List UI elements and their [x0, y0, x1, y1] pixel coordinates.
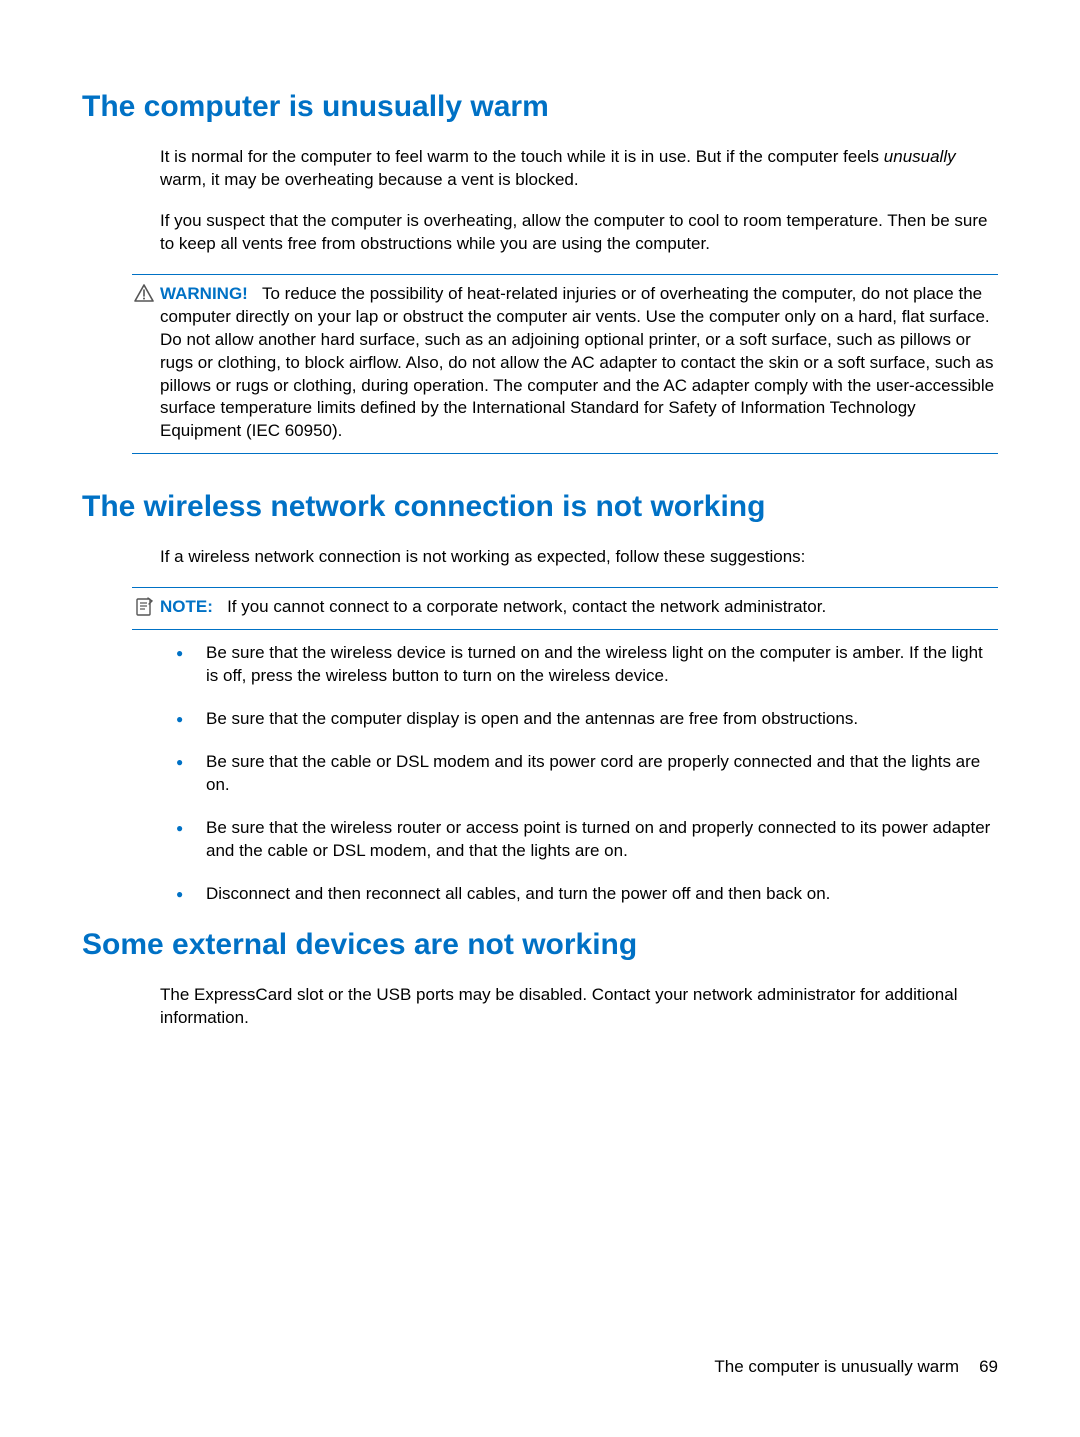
list-item: Be sure that the cable or DSL modem and … [160, 751, 998, 797]
para1-italic: unusually [884, 147, 956, 166]
para1-suffix: warm, it may be overheating because a ve… [160, 170, 579, 189]
note-label: NOTE: [160, 597, 213, 616]
page-number: 69 [979, 1357, 998, 1377]
section2-intro: If a wireless network connection is not … [160, 546, 998, 569]
section2-para1: If a wireless network connection is not … [160, 546, 998, 569]
note-callout: NOTE: If you cannot connect to a corpora… [132, 587, 998, 630]
list-item: Be sure that the wireless device is turn… [160, 642, 998, 688]
section1-para1: It is normal for the computer to feel wa… [160, 146, 998, 192]
warning-text: To reduce the possibility of heat-relate… [160, 284, 994, 441]
warning-callout: WARNING! To reduce the possibility of he… [132, 274, 998, 455]
warning-icon [132, 283, 156, 302]
section3-body: The ExpressCard slot or the USB ports ma… [160, 984, 998, 1030]
section2-title: The wireless network connection is not w… [82, 490, 998, 524]
warning-body: WARNING! To reduce the possibility of he… [156, 283, 998, 444]
section2-bullets: Be sure that the wireless device is turn… [160, 642, 998, 906]
section3-para1: The ExpressCard slot or the USB ports ma… [160, 984, 998, 1030]
note-text: If you cannot connect to a corporate net… [227, 597, 826, 616]
page-container: The computer is unusually warm It is nor… [0, 0, 1080, 1437]
note-body: NOTE: If you cannot connect to a corpora… [156, 596, 998, 619]
para1-prefix: It is normal for the computer to feel wa… [160, 147, 884, 166]
list-item: Be sure that the computer display is ope… [160, 708, 998, 731]
section3-title: Some external devices are not working [82, 928, 998, 962]
page-footer: The computer is unusually warm 69 [714, 1357, 998, 1377]
section1-title: The computer is unusually warm [82, 90, 998, 124]
section1-para2: If you suspect that the computer is over… [160, 210, 998, 256]
list-item: Be sure that the wireless router or acce… [160, 817, 998, 863]
running-head: The computer is unusually warm [714, 1357, 959, 1377]
list-item: Disconnect and then reconnect all cables… [160, 883, 998, 906]
warning-label: WARNING! [160, 284, 248, 303]
section1-body: It is normal for the computer to feel wa… [160, 146, 998, 256]
note-icon [132, 596, 156, 617]
